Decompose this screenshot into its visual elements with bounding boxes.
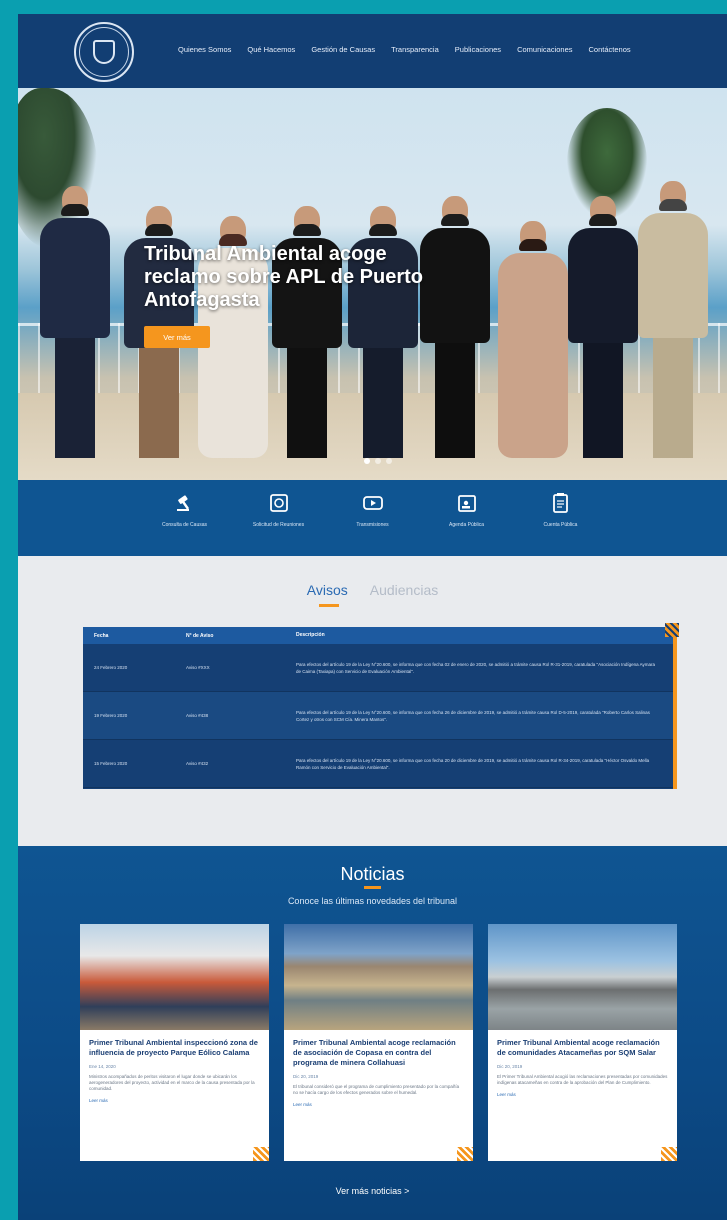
news-section: Noticias Conoce las últimas novedades de… (18, 846, 727, 1220)
row-aviso: Aviso #432 (186, 761, 209, 766)
news-card-title[interactable]: Primer Tribunal Ambiental acoge reclamac… (293, 1038, 464, 1068)
row-aviso: Aviso #438 (186, 713, 209, 718)
row-aviso: Aviso #XXX (186, 665, 210, 670)
news-card-excerpt: El tribunal consideró que el programa de… (293, 1084, 460, 1095)
tab-audiencias[interactable]: Audiencias (370, 582, 439, 598)
col-header-descripcion: Descripción (296, 632, 325, 638)
person (498, 221, 568, 458)
nav-comunicaciones[interactable]: Comunicaciones (517, 45, 572, 54)
quick-link-label: Solicitud de Reuniones (252, 522, 305, 528)
more-news-link[interactable]: Ver más noticias > (18, 1186, 727, 1196)
news-card-excerpt: Ministros acompañados de peritos visitar… (89, 1074, 255, 1091)
news-cards: Primer Tribunal Ambiental inspeccionó zo… (80, 924, 677, 1161)
notices-table: Fecha N° de Aviso Descripción 24 Febrero… (83, 623, 679, 789)
person (638, 181, 708, 458)
nav-transparencia[interactable]: Transparencia (391, 45, 439, 54)
request-icon (269, 492, 289, 514)
news-title: Noticias (340, 864, 405, 884)
slider-dot[interactable] (386, 458, 392, 464)
row-date: 19 Febrero 2020 (94, 713, 128, 718)
shield-icon (93, 40, 115, 64)
news-card-read-more[interactable]: Leer más (89, 1098, 260, 1103)
quick-link-label: Cuenta Pública (543, 522, 578, 528)
news-image (488, 924, 677, 1030)
row-description: Para efectos del artículo 19 de la Ley N… (296, 709, 650, 722)
quick-link-transmisiones[interactable]: Transmisiones (342, 492, 404, 556)
corner-pattern (457, 1147, 473, 1161)
nav-contactenos[interactable]: Contáctenos (589, 45, 631, 54)
news-card[interactable]: Primer Tribunal Ambiental inspeccionó zo… (80, 924, 269, 1161)
site-header: Quienes Somos Qué Hacemos Gestión de Cau… (18, 14, 727, 88)
play-icon (362, 492, 383, 514)
nav-que-hacemos[interactable]: Qué Hacemos (247, 45, 295, 54)
person (40, 186, 110, 458)
news-card-excerpt: El Primer Tribunal Ambiental acogió las … (497, 1074, 668, 1085)
nav-quienes-somos[interactable]: Quienes Somos (178, 45, 231, 54)
news-card-date: Ene 14, 2020 (89, 1064, 116, 1069)
main-nav: Quienes Somos Qué Hacemos Gestión de Cau… (178, 45, 647, 54)
table-row[interactable]: 24 Febrero 2020 Aviso #XXX Para efectos … (83, 644, 673, 692)
court-logo[interactable] (74, 22, 134, 82)
corner-pattern (661, 1147, 677, 1161)
table-row[interactable]: 15 Febrero 2020 Aviso #432 Para efectos … (83, 740, 673, 788)
quick-link-agenda-publica[interactable]: Agenda Pública (436, 492, 498, 556)
nav-publicaciones[interactable]: Publicaciones (455, 45, 501, 54)
news-card-date: Dic 20, 2019 (497, 1064, 523, 1069)
corner-pattern (665, 623, 679, 637)
row-date: 15 Febrero 2020 (94, 761, 128, 766)
quick-link-consulta-causas[interactable]: Consulta de Causas (154, 492, 216, 556)
title-underline (364, 886, 381, 889)
person (568, 196, 638, 458)
table-header: Fecha N° de Aviso Descripción (83, 627, 673, 644)
col-header-aviso: N° de Aviso (186, 632, 214, 639)
tab-avisos[interactable]: Avisos (307, 582, 348, 607)
quick-link-label: Agenda Pública (448, 522, 485, 528)
hero-slider[interactable]: Tribunal Ambiental acoge reclamo sobre A… (18, 88, 727, 480)
news-card-title[interactable]: Primer Tribunal Ambiental inspeccionó zo… (89, 1038, 260, 1058)
quick-links: Consulta de Causas Solicitud de Reunione… (18, 480, 727, 556)
slider-dot[interactable] (375, 458, 381, 464)
page-frame: Quienes Somos Qué Hacemos Gestión de Cau… (18, 14, 727, 1220)
corner-pattern (253, 1147, 269, 1161)
slider-dots (364, 458, 392, 464)
news-subtitle: Conoce las últimas novedades del tribuna… (287, 896, 458, 906)
document-icon (551, 492, 571, 514)
quick-link-solicitud-reuniones[interactable]: Solicitud de Reuniones (248, 492, 310, 556)
quick-link-label: Transmisiones (356, 522, 389, 528)
quick-link-label: Consulta de Causas (161, 522, 208, 528)
hero-title: Tribunal Ambiental acoge reclamo sobre A… (144, 243, 423, 311)
calendar-icon (457, 492, 477, 514)
row-date: 24 Febrero 2020 (94, 665, 128, 670)
gavel-icon (175, 492, 195, 514)
quick-link-cuenta-publica[interactable]: Cuenta Pública (530, 492, 592, 556)
hero-more-button[interactable]: Ver más (144, 326, 210, 348)
news-card-title[interactable]: Primer Tribunal Ambiental acoge reclamac… (497, 1038, 668, 1058)
news-card-date: Dic 20, 2019 (293, 1074, 319, 1079)
news-image (80, 924, 269, 1030)
news-image (284, 924, 473, 1030)
news-card[interactable]: Primer Tribunal Ambiental acoge reclamac… (284, 924, 473, 1161)
news-card[interactable]: Primer Tribunal Ambiental acoge reclamac… (488, 924, 677, 1161)
row-description: Para efectos del artículo 19 de la Ley N… (296, 661, 656, 674)
col-header-fecha: Fecha (94, 632, 109, 639)
notice-tabs: Avisos Audiencias (18, 582, 727, 607)
slider-dot[interactable] (364, 458, 370, 464)
news-card-read-more[interactable]: Leer más (497, 1092, 668, 1097)
table-row[interactable]: 19 Febrero 2020 Aviso #438 Para efectos … (83, 692, 673, 740)
news-card-read-more[interactable]: Leer más (293, 1102, 464, 1107)
row-description: Para efectos del artículo 19 de la Ley N… (296, 757, 650, 770)
nav-gestion-causas[interactable]: Gestión de Causas (311, 45, 375, 54)
